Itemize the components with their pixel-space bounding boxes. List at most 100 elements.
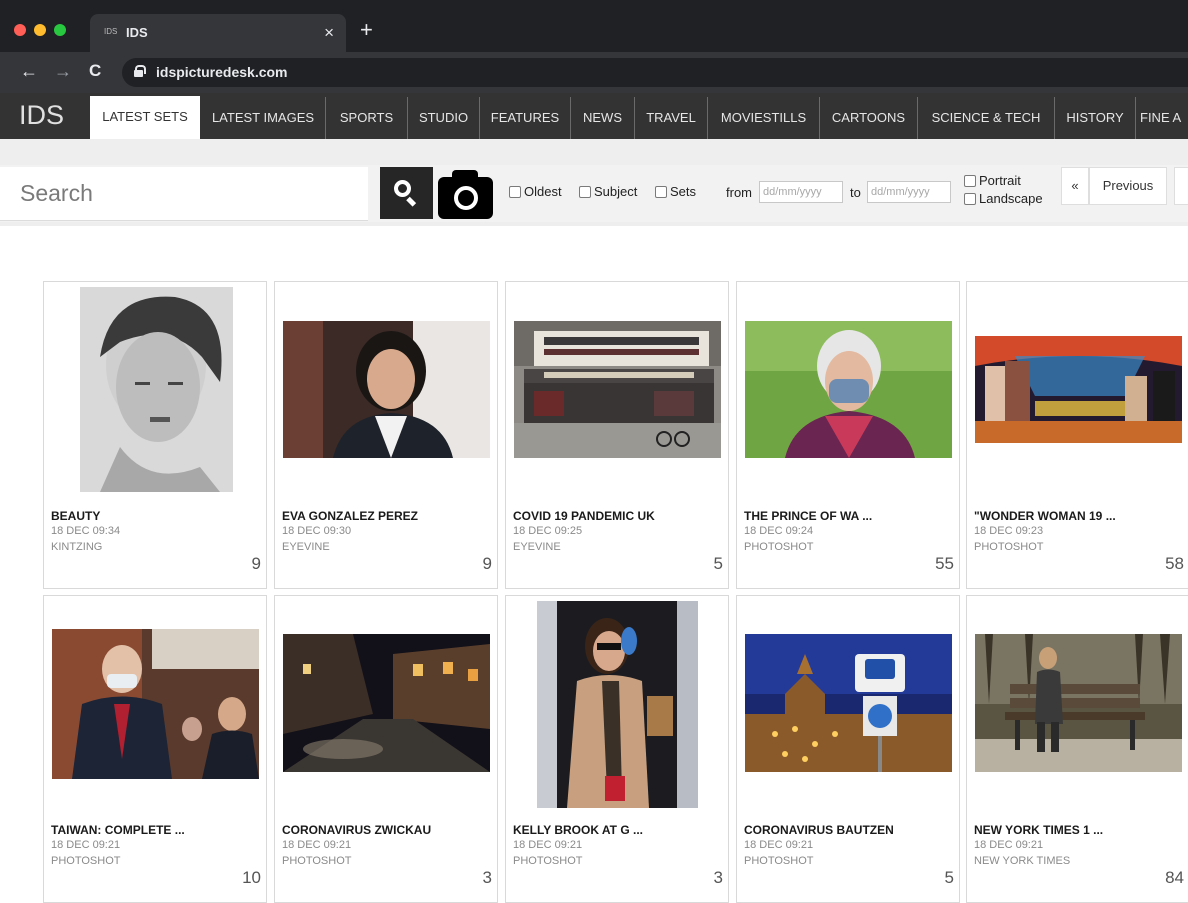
address-bar[interactable]: idspicturedesk.com bbox=[122, 58, 1188, 87]
set-agency: EYEVINE bbox=[513, 541, 561, 553]
set-title[interactable]: EVA GONZALEZ PEREZ bbox=[282, 509, 418, 523]
portrait-checkbox[interactable]: Portrait bbox=[964, 173, 1021, 188]
previous-button[interactable]: Previous bbox=[1089, 167, 1167, 205]
menu-item-fine-art[interactable]: FINE A bbox=[1140, 97, 1188, 139]
thumbnail-image[interactable] bbox=[283, 321, 490, 458]
set-card[interactable]: THE PRINCE OF WA ... 18 DEC 09:24 PHOTOS… bbox=[736, 281, 960, 589]
first-page-button[interactable]: « bbox=[1061, 167, 1089, 205]
maximize-window-button[interactable] bbox=[54, 24, 66, 36]
set-agency: PHOTOSHOT bbox=[51, 855, 121, 867]
thumbnail-image[interactable] bbox=[975, 634, 1182, 772]
set-title[interactable]: CORONAVIRUS BAUTZEN bbox=[744, 823, 894, 837]
sets-checkbox-box[interactable] bbox=[655, 185, 667, 198]
oldest-checkbox-box[interactable] bbox=[509, 185, 521, 198]
main-menu: IDS LATEST SETS LATEST IMAGES SPORTS STU… bbox=[0, 93, 1188, 139]
portrait-checkbox-box[interactable] bbox=[964, 174, 976, 187]
thumbnail-image[interactable] bbox=[283, 634, 490, 772]
thumbnail-image[interactable] bbox=[52, 629, 259, 779]
set-title[interactable]: TAIWAN: COMPLETE ... bbox=[51, 823, 185, 837]
subject-checkbox-box[interactable] bbox=[579, 185, 591, 198]
set-title[interactable]: CORONAVIRUS ZWICKAU bbox=[282, 823, 431, 837]
set-count: 55 bbox=[935, 554, 954, 573]
menu-item-sports[interactable]: SPORTS bbox=[326, 97, 407, 139]
set-date: 18 DEC 09:21 bbox=[513, 839, 583, 851]
sets-checkbox[interactable]: Sets bbox=[655, 184, 696, 199]
menu-item-history[interactable]: HISTORY bbox=[1055, 97, 1135, 139]
image-search-button[interactable] bbox=[438, 169, 493, 219]
menu-item-latest-sets[interactable]: LATEST SETS bbox=[90, 96, 200, 139]
landscape-checkbox[interactable]: Landscape bbox=[964, 191, 1043, 206]
thumbnail-image[interactable] bbox=[514, 321, 721, 458]
set-card[interactable]: TAIWAN: COMPLETE ... 18 DEC 09:21 PHOTOS… bbox=[43, 595, 267, 903]
set-date: 18 DEC 09:21 bbox=[282, 839, 352, 851]
set-agency: PHOTOSHOT bbox=[744, 855, 814, 867]
set-agency: PHOTOSHOT bbox=[513, 855, 583, 867]
menu-item-moviestills[interactable]: MOVIESTILLS bbox=[708, 97, 819, 139]
from-date-input[interactable]: dd/mm/yyyy bbox=[759, 181, 843, 203]
set-agency: KINTZING bbox=[51, 541, 103, 553]
set-card[interactable]: CORONAVIRUS BAUTZEN 18 DEC 09:21 PHOTOSH… bbox=[736, 595, 960, 903]
set-date: 18 DEC 09:25 bbox=[513, 525, 583, 537]
browser-tab[interactable]: IDS IDS × bbox=[90, 14, 346, 52]
thumbnail-image[interactable] bbox=[975, 336, 1182, 443]
camera-lens-icon bbox=[454, 186, 478, 210]
search-icon bbox=[394, 180, 411, 197]
lock-icon bbox=[134, 65, 146, 77]
tab-close-icon[interactable]: × bbox=[324, 23, 334, 43]
thumbnail-image[interactable] bbox=[537, 601, 698, 808]
set-title[interactable]: COVID 19 PANDEMIC UK bbox=[513, 509, 655, 523]
set-date: 18 DEC 09:23 bbox=[974, 525, 1044, 537]
thumbnail-image[interactable] bbox=[745, 321, 952, 458]
menu-item-science-tech[interactable]: SCIENCE & TECH bbox=[918, 97, 1054, 139]
thumbnail-image[interactable] bbox=[80, 287, 233, 492]
set-count: 9 bbox=[482, 554, 492, 573]
search-icon-handle bbox=[406, 196, 417, 207]
subject-checkbox[interactable]: Subject bbox=[579, 184, 637, 199]
portrait-label: Portrait bbox=[979, 173, 1021, 188]
browser-toolbar: ← → C idspicturedesk.com bbox=[0, 52, 1188, 93]
reload-icon[interactable]: C bbox=[89, 60, 101, 82]
forward-arrow-icon[interactable]: → bbox=[54, 60, 72, 82]
set-card[interactable]: BEAUTY 18 DEC 09:34 KINTZING 9 bbox=[43, 281, 267, 589]
set-card[interactable]: KELLY BROOK AT G ... 18 DEC 09:21 PHOTOS… bbox=[505, 595, 729, 903]
search-input[interactable] bbox=[0, 167, 368, 220]
set-agency: EYEVINE bbox=[282, 541, 330, 553]
set-card[interactable]: "WONDER WOMAN 19 ... 18 DEC 09:23 PHOTOS… bbox=[966, 281, 1188, 589]
set-date: 18 DEC 09:21 bbox=[974, 839, 1044, 851]
set-date: 18 DEC 09:21 bbox=[51, 839, 121, 851]
oldest-label: Oldest bbox=[524, 184, 562, 199]
set-card[interactable]: EVA GONZALEZ PEREZ 18 DEC 09:30 EYEVINE … bbox=[274, 281, 498, 589]
set-title[interactable]: BEAUTY bbox=[51, 509, 100, 523]
set-title[interactable]: NEW YORK TIMES 1 ... bbox=[974, 823, 1103, 837]
menu-item-news[interactable]: NEWS bbox=[571, 97, 634, 139]
back-arrow-icon[interactable]: ← bbox=[20, 60, 38, 82]
minimize-window-button[interactable] bbox=[34, 24, 46, 36]
set-title[interactable]: "WONDER WOMAN 19 ... bbox=[974, 509, 1116, 523]
menu-item-cartoons[interactable]: CARTOONS bbox=[820, 97, 917, 139]
set-date: 18 DEC 09:30 bbox=[282, 525, 352, 537]
site-logo[interactable]: IDS bbox=[19, 100, 64, 131]
set-card[interactable]: COVID 19 PANDEMIC UK 18 DEC 09:25 EYEVIN… bbox=[505, 281, 729, 589]
oldest-checkbox[interactable]: Oldest bbox=[509, 184, 562, 199]
menu-item-latest-images[interactable]: LATEST IMAGES bbox=[201, 97, 325, 139]
landscape-checkbox-box[interactable] bbox=[964, 192, 976, 205]
sets-label: Sets bbox=[670, 184, 697, 199]
set-card[interactable]: NEW YORK TIMES 1 ... 18 DEC 09:21 NEW YO… bbox=[966, 595, 1188, 903]
new-tab-button[interactable]: + bbox=[360, 19, 373, 41]
menu-item-travel[interactable]: TRAVEL bbox=[635, 97, 707, 139]
set-title[interactable]: KELLY BROOK AT G ... bbox=[513, 823, 643, 837]
favicon-icon: IDS bbox=[104, 27, 118, 36]
menu-item-studio[interactable]: STUDIO bbox=[408, 97, 479, 139]
close-window-button[interactable] bbox=[14, 24, 26, 36]
to-date-input[interactable]: dd/mm/yyyy bbox=[867, 181, 951, 203]
set-count: 5 bbox=[713, 554, 723, 573]
set-count: 5 bbox=[944, 868, 954, 887]
thumbnail-image[interactable] bbox=[745, 634, 952, 772]
next-button[interactable] bbox=[1174, 167, 1188, 205]
set-title[interactable]: THE PRINCE OF WA ... bbox=[744, 509, 872, 523]
set-card[interactable]: CORONAVIRUS ZWICKAU 18 DEC 09:21 PHOTOSH… bbox=[274, 595, 498, 903]
search-button[interactable] bbox=[380, 167, 433, 219]
menu-item-features[interactable]: FEATURES bbox=[480, 97, 570, 139]
set-agency: NEW YORK TIMES bbox=[974, 855, 1071, 867]
url-text: idspicturedesk.com bbox=[156, 64, 288, 80]
